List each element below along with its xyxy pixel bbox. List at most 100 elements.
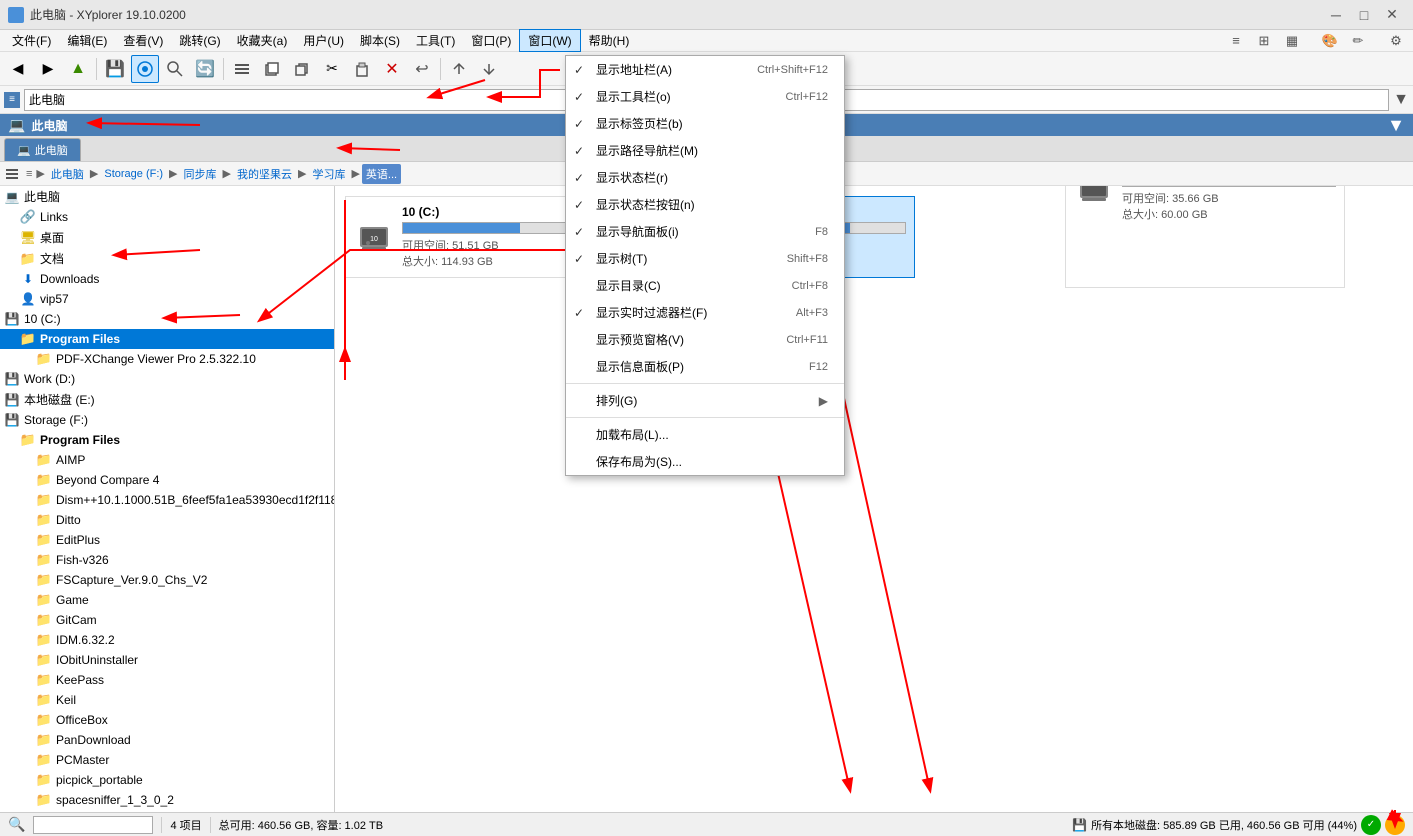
cut-button[interactable]: ✂	[318, 55, 346, 83]
tree-label-pf-f: Program Files	[40, 433, 120, 447]
pathbar-study[interactable]: 学习库	[308, 164, 349, 184]
radio-button[interactable]	[131, 55, 159, 83]
view-large-button[interactable]: ▦	[1279, 30, 1305, 52]
tree-item-picpick[interactable]: 📁 picpick_portable	[0, 770, 334, 790]
tree-item-links[interactable]: 🔗 Links	[0, 207, 334, 227]
tree-item-work-d[interactable]: 💾 Work (D:)	[0, 369, 334, 389]
menu-window-w[interactable]: 窗口(W)	[519, 29, 580, 52]
tree-item-vip57[interactable]: 👤 vip57	[0, 289, 334, 309]
ctx-save-layout[interactable]: ✓ 保存布局为(S)...	[566, 448, 844, 475]
ctx-load-layout[interactable]: ✓ 加载布局(L)...	[566, 421, 844, 448]
ctx-show-info[interactable]: ✓ 显示信息面板(P) F12	[566, 353, 844, 380]
menu-view[interactable]: 查看(V)	[115, 30, 171, 51]
ctx-show-status-btn[interactable]: ✓ 显示状态栏按钮(n)	[566, 191, 844, 218]
menu-help[interactable]: 帮助(H)	[581, 30, 638, 51]
maximize-button[interactable]: □	[1351, 4, 1377, 26]
tree-item-fish[interactable]: 📁 Fish-v326	[0, 550, 334, 570]
paste-button[interactable]	[348, 55, 376, 83]
tree-item-pcmaster[interactable]: 📁 PCMaster	[0, 750, 334, 770]
tree-item-dism[interactable]: 📁 Dism++10.1.1000.51B_6feef5fa1ea53930ec…	[0, 490, 334, 510]
tree-item-spacesniffer[interactable]: 📁 spacesniffer_1_3_0_2	[0, 790, 334, 810]
tree-item-program-files-c[interactable]: 📁 Program Files	[0, 329, 334, 349]
menu-user[interactable]: 用户(U)	[295, 30, 352, 51]
toolbar-sep-3	[440, 58, 441, 80]
pathbar-storage[interactable]: Storage (F:)	[100, 166, 167, 182]
ctx-arrange[interactable]: ✓ 排列(G) ▶	[566, 387, 844, 414]
view-tiles-button[interactable]: ⊞	[1251, 30, 1277, 52]
tree-item-pandownload[interactable]: 📁 PanDownload	[0, 730, 334, 750]
tab-this-pc[interactable]: 💻 此电脑	[4, 138, 81, 161]
tree-item-game[interactable]: 📁 Game	[0, 590, 334, 610]
menu-file[interactable]: 文件(F)	[4, 30, 59, 51]
ctx-show-tabbar[interactable]: ✓ 显示标签页栏(b)	[566, 110, 844, 137]
copy-button[interactable]	[288, 55, 316, 83]
ctx-show-status[interactable]: ✓ 显示状态栏(r)	[566, 164, 844, 191]
search-icon-statusbar[interactable]: 🔍	[8, 816, 25, 833]
tree-item-program-files-f[interactable]: 📁 Program Files	[0, 430, 334, 450]
statusbar-search-input[interactable]	[33, 816, 153, 834]
drive-tile-e[interactable]: 本地磁盘 (E:) 可用空间: 35.66 GB 总大小: 60.00 GB	[1065, 186, 1345, 288]
ctx-show-toolbar[interactable]: ✓ 显示工具栏(o) Ctrl+F12	[566, 83, 844, 110]
back-button[interactable]: ◀	[4, 55, 32, 83]
toolbar-extra-1[interactable]	[445, 55, 473, 83]
tree-item-keil[interactable]: 📁 Keil	[0, 690, 334, 710]
pathbar-this-pc[interactable]: 此电脑	[47, 164, 88, 184]
copy-path-button[interactable]	[258, 55, 286, 83]
config-button[interactable]	[228, 55, 256, 83]
close-button[interactable]: ✕	[1379, 4, 1405, 26]
ctx-show-filter[interactable]: ✓ 显示实时过滤器栏(F) Alt+F3	[566, 299, 844, 326]
ctx-show-dir[interactable]: ✓ 显示目录(C) Ctrl+F8	[566, 272, 844, 299]
tree-item-fscapture[interactable]: 📁 FSCapture_Ver.9.0_Chs_V2	[0, 570, 334, 590]
gear-button[interactable]: ⚙	[1383, 30, 1409, 52]
ctx-show-pathbar[interactable]: ✓ 显示路径导航栏(M)	[566, 137, 844, 164]
view-details-button[interactable]: ≡	[1223, 30, 1249, 52]
home-button[interactable]: 💾	[101, 55, 129, 83]
tree-item-idm[interactable]: 📁 IDM.6.32.2	[0, 630, 334, 650]
menu-window-p[interactable]: 窗口(P)	[463, 30, 519, 51]
up-button[interactable]: ▲	[64, 55, 92, 83]
status-warn-button[interactable]: !	[1385, 815, 1405, 835]
tree-item-officebox[interactable]: 📁 OfficeBox	[0, 710, 334, 730]
ctx-show-address[interactable]: ✓ 显示地址栏(A) Ctrl+Shift+F12	[566, 56, 844, 83]
ctx-show-tree[interactable]: ✓ 显示树(T) Shift+F8	[566, 245, 844, 272]
paintbrush-icon[interactable]: 🎨	[1317, 30, 1343, 52]
tree-item-keepass[interactable]: 📁 KeePass	[0, 670, 334, 690]
address-dropdown[interactable]: ▼	[1393, 91, 1409, 109]
tree-item-downloads[interactable]: ⬇ Downloads	[0, 269, 334, 289]
tree-item-ditto[interactable]: 📁 Ditto	[0, 510, 334, 530]
menu-tools[interactable]: 工具(T)	[408, 30, 463, 51]
tree-item-editplus[interactable]: 📁 EditPlus	[0, 530, 334, 550]
tree-item-documents[interactable]: 📁 文档	[0, 248, 334, 269]
menu-script[interactable]: 脚本(S)	[352, 30, 408, 51]
tree-item-this-pc[interactable]: 💻 此电脑	[0, 186, 334, 207]
delete-button[interactable]: ✕	[378, 55, 406, 83]
menu-edit[interactable]: 编辑(E)	[59, 30, 115, 51]
tree-item-pdfxchange[interactable]: 📁 PDF-XChange Viewer Pro 2.5.322.10	[0, 349, 334, 369]
undo-button[interactable]: ↩	[408, 55, 436, 83]
toolbar-extra-2[interactable]	[475, 55, 503, 83]
tree-item-beyond-compare[interactable]: 📁 Beyond Compare 4	[0, 470, 334, 490]
menu-favorites[interactable]: 收藏夹(a)	[229, 30, 296, 51]
refresh-button[interactable]: 🔄	[191, 55, 219, 83]
minimize-button[interactable]: ─	[1323, 4, 1349, 26]
tree-item-storage-f[interactable]: 💾 Storage (F:)	[0, 410, 334, 430]
tree-item-c-drive[interactable]: 💾 10 (C:)	[0, 309, 334, 329]
pathbar-cloud[interactable]: 我的坚果云	[233, 164, 296, 184]
ctx-show-preview[interactable]: ✓ 显示预览窗格(V) Ctrl+F11	[566, 326, 844, 353]
folder-icon-documents: 📁	[20, 251, 36, 267]
menu-go[interactable]: 跳转(G)	[171, 30, 228, 51]
toppanel-collapse[interactable]: ▼	[1387, 115, 1405, 136]
pencil-button[interactable]: ✏	[1345, 30, 1371, 52]
status-ok-button[interactable]: ✓	[1361, 815, 1381, 835]
toolbar-sep-1	[96, 58, 97, 80]
tree-item-local-e[interactable]: 💾 本地磁盘 (E:)	[0, 389, 334, 410]
tree-item-aimp[interactable]: 📁 AIMP	[0, 450, 334, 470]
ctx-show-nav[interactable]: ✓ 显示导航面板(i) F8	[566, 218, 844, 245]
pathbar-english[interactable]: 英语...	[362, 164, 401, 184]
tree-item-iobit[interactable]: 📁 IObitUninstaller	[0, 650, 334, 670]
tree-item-desktop[interactable]: 🖥 桌面	[0, 227, 334, 248]
tree-item-gitcam[interactable]: 📁 GitCam	[0, 610, 334, 630]
pathbar-sync[interactable]: 同步库	[180, 164, 221, 184]
search-button[interactable]	[161, 55, 189, 83]
forward-button[interactable]: ▶	[34, 55, 62, 83]
